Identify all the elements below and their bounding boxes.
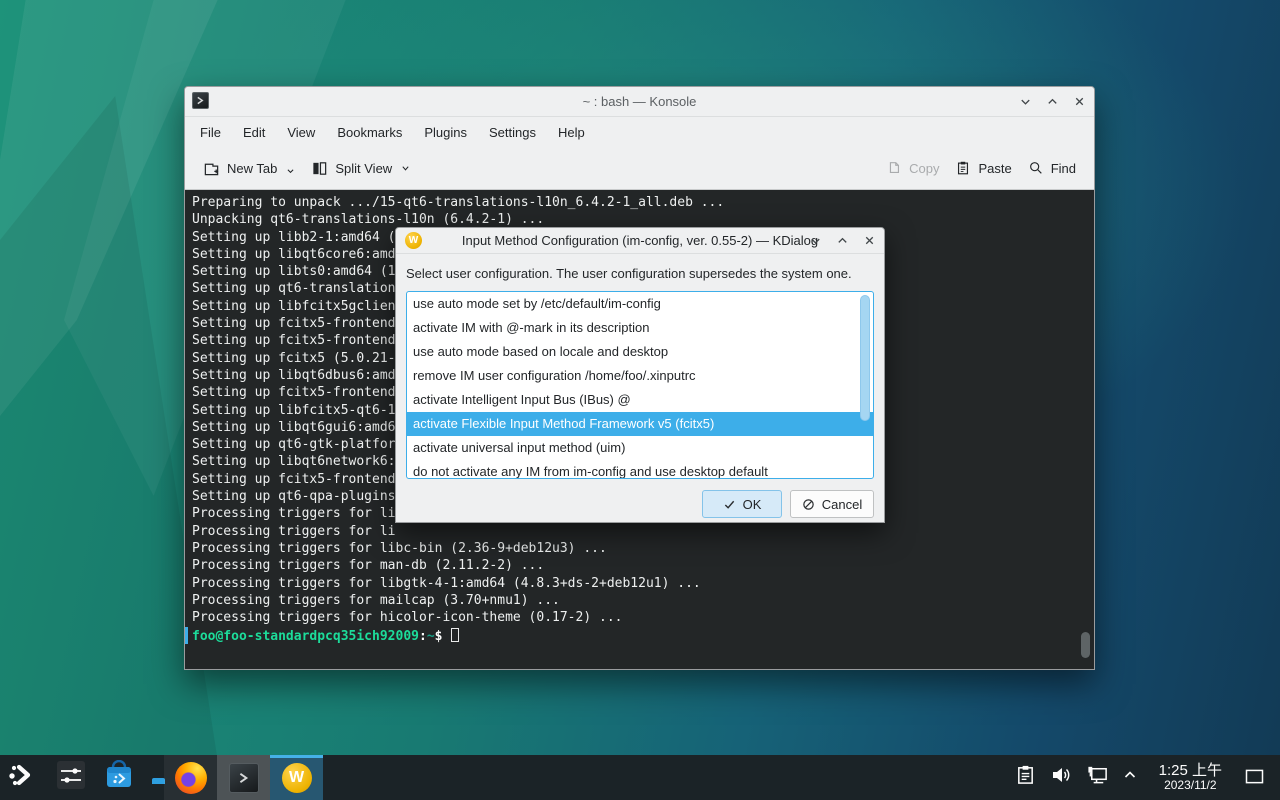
show-desktop-icon bbox=[1245, 769, 1264, 785]
ok-label: OK bbox=[743, 497, 762, 512]
menu-item[interactable]: Plugins bbox=[413, 120, 478, 145]
konsole-icon bbox=[229, 763, 259, 793]
discover-bag-icon bbox=[104, 760, 134, 790]
network-tray-icon[interactable] bbox=[1086, 763, 1109, 791]
chevron-up-icon bbox=[1123, 768, 1137, 782]
menu-item[interactable]: Bookmarks bbox=[326, 120, 413, 145]
find-label: Find bbox=[1051, 161, 1076, 176]
konsole-window-icon bbox=[192, 92, 209, 109]
cancel-button[interactable]: Cancel bbox=[790, 490, 874, 518]
dialog-titlebar[interactable]: W Input Method Configuration (im-config,… bbox=[396, 228, 884, 254]
settings-sliders-icon bbox=[56, 760, 86, 790]
konsole-menubar: FileEditViewBookmarksPluginsSettingsHelp bbox=[185, 117, 1094, 147]
im-config-dialog: W Input Method Configuration (im-config,… bbox=[395, 227, 885, 523]
prompt-user-host: foo@foo-standardpcq35ich92009 bbox=[192, 629, 419, 644]
paste-icon bbox=[955, 160, 971, 176]
prompt-dollar: $ bbox=[435, 629, 443, 644]
im-list-items: use auto mode set by /etc/default/im-con… bbox=[407, 292, 873, 479]
cancel-icon bbox=[802, 498, 815, 511]
show-desktop-button[interactable] bbox=[1244, 768, 1264, 786]
im-list-item[interactable]: activate Intelligent Input Bus (IBus) @ bbox=[407, 388, 873, 412]
digital-clock[interactable]: 1:25 上午 2023/11/2 bbox=[1159, 762, 1222, 793]
new-tab-icon bbox=[203, 160, 220, 177]
clipboard-tray-icon[interactable] bbox=[1015, 764, 1036, 790]
split-view-label: Split View bbox=[335, 161, 392, 176]
close-icon[interactable] bbox=[1072, 95, 1086, 109]
discover-launcher[interactable] bbox=[104, 760, 134, 795]
minimize-icon[interactable] bbox=[808, 234, 822, 248]
split-view-icon bbox=[311, 160, 328, 177]
task-button-firefox[interactable] bbox=[164, 755, 217, 800]
terminal-line: Processing triggers for man-db (2.11.2-2… bbox=[192, 557, 1094, 574]
copy-button: Copy bbox=[878, 153, 947, 183]
menu-item[interactable]: Edit bbox=[232, 120, 276, 145]
system-settings-launcher[interactable] bbox=[56, 760, 86, 795]
im-config-app-icon: W bbox=[405, 232, 422, 249]
close-icon[interactable] bbox=[862, 234, 876, 248]
im-list-item[interactable]: do not activate any IM from im-config an… bbox=[407, 460, 873, 479]
list-scrollbar[interactable] bbox=[860, 295, 870, 421]
cancel-label: Cancel bbox=[822, 497, 862, 512]
konsole-titlebar[interactable]: ~ : bash — Konsole bbox=[185, 87, 1094, 117]
im-list-item[interactable]: use auto mode set by /etc/default/im-con… bbox=[407, 292, 873, 316]
im-list-item[interactable]: activate IM with @-mark in its descripti… bbox=[407, 316, 873, 340]
menu-item[interactable]: View bbox=[276, 120, 326, 145]
maximize-icon[interactable] bbox=[835, 234, 849, 248]
copy-label: Copy bbox=[909, 161, 939, 176]
paste-label: Paste bbox=[978, 161, 1011, 176]
terminal-prompt-line: foo@foo-standardpcq35ich92009:~$ bbox=[192, 626, 1094, 643]
terminal-line: Preparing to unpack .../15-qt6-translati… bbox=[192, 194, 1094, 211]
volume-tray-icon[interactable] bbox=[1050, 764, 1072, 791]
terminal-line: Processing triggers for libgtk-4-1:amd64… bbox=[192, 575, 1094, 592]
menu-item[interactable]: File bbox=[189, 120, 232, 145]
find-button[interactable]: Find bbox=[1020, 153, 1084, 183]
task-button-im-config[interactable]: W bbox=[270, 755, 323, 800]
chevron-down-icon bbox=[286, 161, 295, 175]
konsole-toolbar: New Tab Split View Copy Paste Find bbox=[185, 147, 1094, 190]
new-tab-button[interactable]: New Tab bbox=[195, 153, 303, 184]
terminal-scrollbar[interactable] bbox=[1081, 632, 1090, 658]
ok-button[interactable]: OK bbox=[702, 490, 782, 518]
search-icon bbox=[1028, 160, 1044, 176]
im-list-item[interactable]: activate universal input method (uim) bbox=[407, 436, 873, 460]
clock-date: 2023/11/2 bbox=[1159, 779, 1222, 793]
new-tab-label: New Tab bbox=[227, 161, 277, 176]
im-list-item[interactable]: activate Flexible Input Method Framework… bbox=[407, 412, 873, 436]
firefox-icon bbox=[175, 762, 207, 794]
menu-item[interactable]: Settings bbox=[478, 120, 547, 145]
new-output-marker bbox=[185, 627, 188, 644]
im-list-item[interactable]: use auto mode based on locale and deskto… bbox=[407, 340, 873, 364]
terminal-line: Unpacking qt6-translations-l10n (6.4.2-1… bbox=[192, 211, 1094, 228]
check-icon bbox=[723, 498, 736, 511]
clock-time: 1:25 上午 bbox=[1159, 762, 1222, 779]
split-view-button[interactable]: Split View bbox=[303, 153, 418, 184]
terminal-cursor bbox=[451, 628, 459, 642]
taskbar-panel: W 1:25 上午 2023/11/2 bbox=[0, 755, 1280, 800]
konsole-window-title: ~ : bash — Konsole bbox=[185, 94, 1094, 109]
maximize-icon[interactable] bbox=[1045, 95, 1059, 109]
prompt-path: ~ bbox=[427, 629, 435, 644]
terminal-line: Processing triggers for li bbox=[192, 523, 1094, 540]
menu-item[interactable]: Help bbox=[547, 120, 596, 145]
minimize-icon[interactable] bbox=[1018, 95, 1032, 109]
copy-icon bbox=[886, 160, 902, 176]
terminal-line: Processing triggers for hicolor-icon-the… bbox=[192, 609, 1094, 626]
kde-launcher-icon bbox=[6, 759, 38, 791]
terminal-line: Processing triggers for mailcap (3.70+nm… bbox=[192, 592, 1094, 609]
tray-expand-arrow[interactable] bbox=[1123, 768, 1137, 787]
im-list-item[interactable]: remove IM user configuration /home/foo/.… bbox=[407, 364, 873, 388]
app-launcher-button[interactable] bbox=[6, 759, 38, 796]
task-button-konsole[interactable] bbox=[217, 755, 270, 800]
im-method-list[interactable]: use auto mode set by /etc/default/im-con… bbox=[406, 291, 874, 479]
paste-button[interactable]: Paste bbox=[947, 153, 1019, 183]
terminal-line: Processing triggers for libc-bin (2.36-9… bbox=[192, 540, 1094, 557]
dialog-instruction-label: Select user configuration. The user conf… bbox=[406, 266, 874, 281]
im-config-icon: W bbox=[282, 763, 312, 793]
chevron-down-icon bbox=[401, 164, 410, 173]
prompt-colon: : bbox=[419, 629, 427, 644]
